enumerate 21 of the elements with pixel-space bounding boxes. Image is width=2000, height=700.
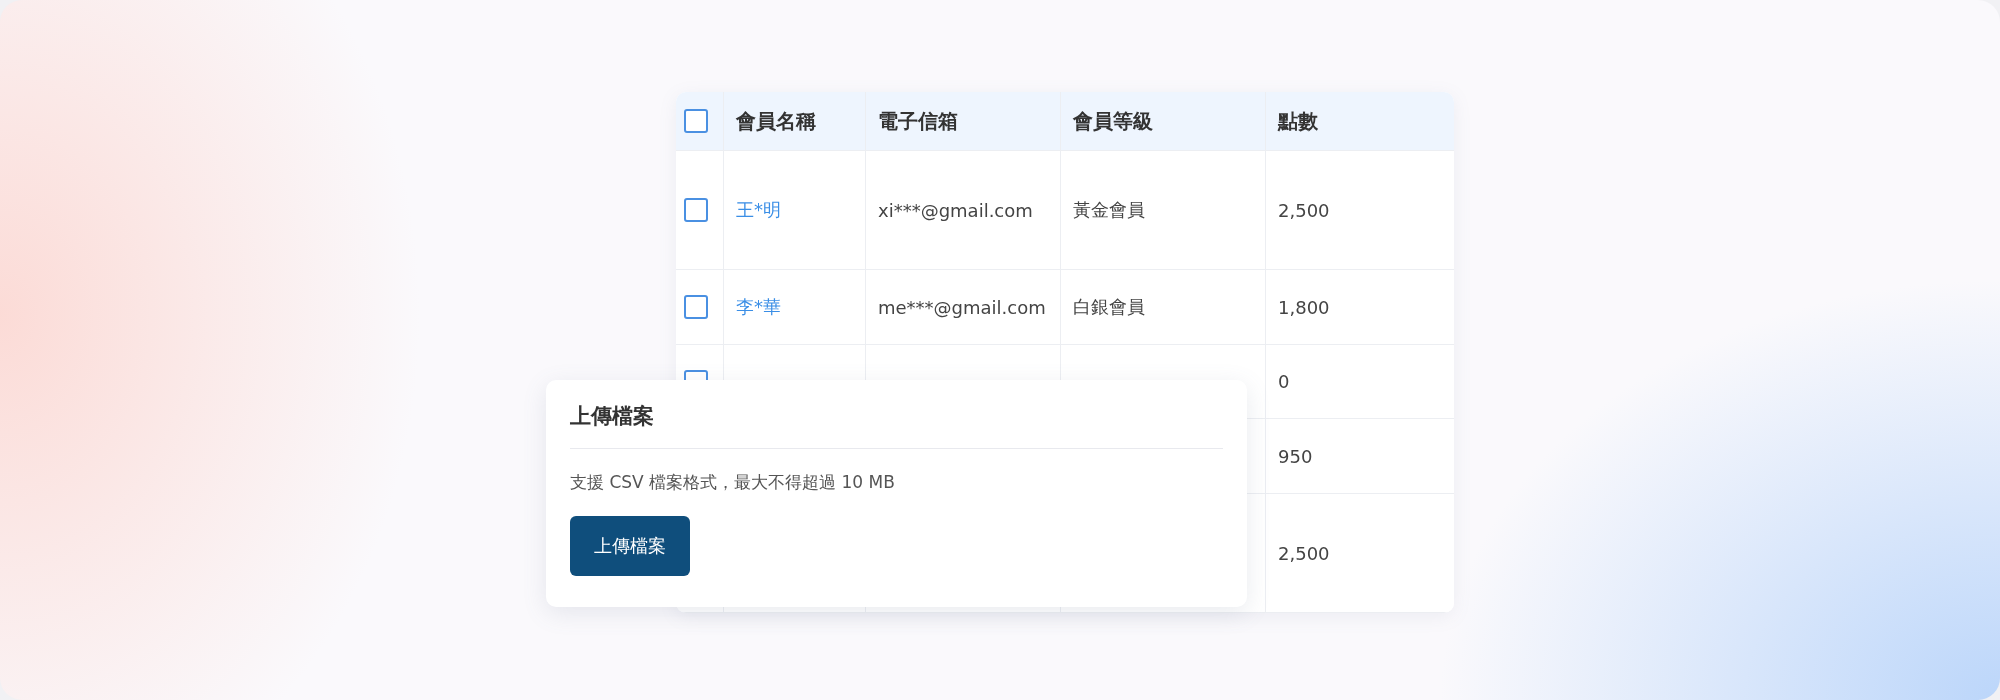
points-cell: 1,800 <box>1278 296 1330 318</box>
upload-description: 支援 CSV 檔案格式，最大不得超過 10 MB <box>570 471 896 494</box>
level-cell: 黃金會員 <box>1073 198 1145 222</box>
column-header: 點數 <box>1278 107 1318 135</box>
email-cell: xi***@gmail.com <box>878 199 1033 221</box>
level-cell: 白銀會員 <box>1073 295 1145 319</box>
points-cell: 950 <box>1278 445 1313 467</box>
column-header: 會員等級 <box>1073 107 1153 135</box>
row-checkbox[interactable] <box>684 198 708 222</box>
email-cell: me***@gmail.com <box>878 296 1046 318</box>
points-cell: 0 <box>1278 371 1290 392</box>
column-header: 會員名稱 <box>736 107 816 135</box>
upload-button[interactable]: 上傳檔案 <box>570 516 690 576</box>
points-cell: 2,500 <box>1278 199 1330 221</box>
select-all-checkbox[interactable] <box>684 109 708 133</box>
member-name-link[interactable]: 李*華 <box>736 295 781 319</box>
member-name-link[interactable]: 王*明 <box>736 198 781 222</box>
card-title: 上傳檔案 <box>570 402 1223 449</box>
points-cell: 2,500 <box>1278 542 1330 564</box>
column-header: 電子信箱 <box>878 107 958 135</box>
row-checkbox[interactable] <box>684 295 708 319</box>
